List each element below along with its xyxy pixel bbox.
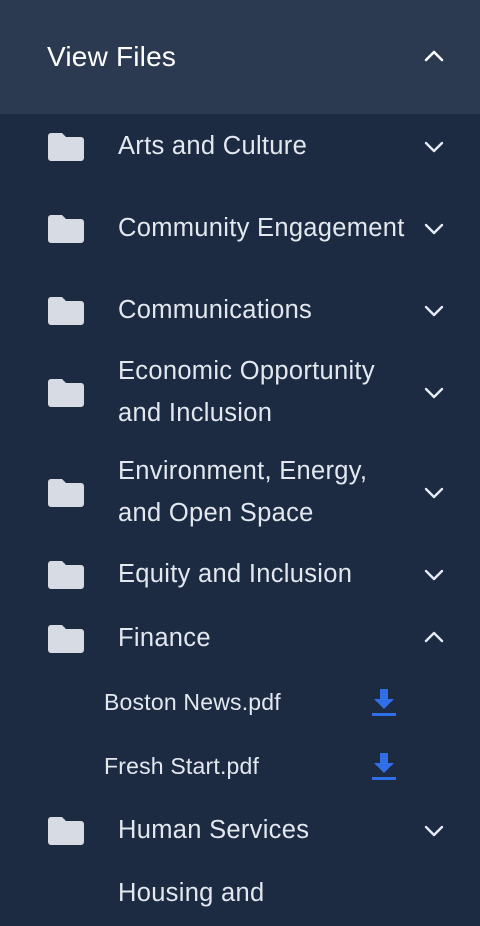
folder-row-environment[interactable]: Environment, Energy, and Open Space: [0, 442, 480, 542]
chevron-down-icon[interactable]: [422, 298, 446, 322]
folder-list: Arts and Culture Community Engagement Co…: [0, 114, 480, 926]
file-row-boston-news[interactable]: Boston News.pdf: [0, 670, 480, 734]
view-files-title: View Files: [47, 41, 177, 72]
view-files-header[interactable]: View Files: [0, 0, 480, 114]
file-row-fresh-start[interactable]: Fresh Start.pdf: [0, 734, 480, 798]
folder-row-arts-and-culture[interactable]: Arts and Culture: [0, 114, 480, 178]
file-label[interactable]: Boston News.pdf: [104, 689, 370, 716]
folder-label: Communications: [118, 296, 313, 324]
folder-row-human-services[interactable]: Human Services: [0, 798, 480, 862]
folder-label: Arts and Culture: [118, 132, 308, 160]
folder-row-economic-opportunity[interactable]: Economic Opportunity and Inclusion: [0, 342, 480, 442]
folder-icon: [48, 561, 84, 589]
chevron-down-icon[interactable]: [422, 562, 446, 586]
folder-icon: [48, 479, 84, 507]
chevron-down-icon[interactable]: [422, 380, 446, 404]
folder-icon: [48, 133, 84, 161]
folder-row-housing[interactable]: Housing and: [0, 862, 480, 926]
folder-icon: [48, 215, 84, 243]
folder-label: Community Engagement: [118, 214, 405, 242]
download-icon[interactable]: [370, 687, 398, 717]
chevron-up-icon[interactable]: [422, 45, 446, 69]
folder-icon: [48, 297, 84, 325]
folder-label: Economic Opportunity and Inclusion: [118, 357, 375, 427]
folder-icon: [48, 817, 84, 845]
file-label[interactable]: Fresh Start.pdf: [104, 753, 370, 780]
folder-label: Human Services: [118, 816, 310, 844]
folder-label: Finance: [118, 624, 211, 652]
folder-row-communications[interactable]: Communications: [0, 278, 480, 342]
chevron-up-icon[interactable]: [422, 626, 446, 650]
download-icon[interactable]: [370, 751, 398, 781]
folder-label: Environment, Energy, and Open Space: [118, 457, 368, 527]
folder-label: Equity and Inclusion: [118, 560, 353, 588]
chevron-down-icon[interactable]: [422, 216, 446, 240]
chevron-down-icon[interactable]: [422, 134, 446, 158]
folder-row-community-engagement[interactable]: Community Engagement: [0, 178, 480, 278]
folder-row-equity-and-inclusion[interactable]: Equity and Inclusion: [0, 542, 480, 606]
folder-icon: [48, 625, 84, 653]
chevron-down-icon[interactable]: [422, 818, 446, 842]
folder-icon: [48, 379, 84, 407]
chevron-down-icon[interactable]: [422, 480, 446, 504]
folder-label: Housing and: [118, 879, 265, 907]
folder-row-finance[interactable]: Finance: [0, 606, 480, 670]
